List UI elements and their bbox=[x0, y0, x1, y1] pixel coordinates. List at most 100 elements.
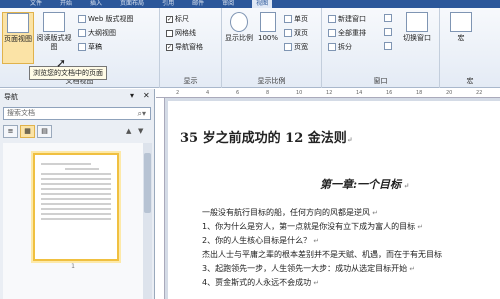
split-icon bbox=[328, 43, 336, 51]
two-pages-button[interactable]: 双页 bbox=[284, 28, 308, 38]
side-by-side-icon bbox=[384, 14, 392, 22]
nav-tabs: ≡ ▦ ▤ bbox=[3, 125, 52, 139]
sync-scroll-button[interactable] bbox=[384, 28, 392, 36]
two-pages-icon bbox=[284, 29, 292, 37]
tab-home[interactable]: 开始 bbox=[60, 0, 72, 8]
window-group: 新建窗口 全部重排 拆分 切换窗口 窗口 bbox=[322, 8, 440, 88]
draft-button[interactable]: 草稿 bbox=[78, 42, 102, 52]
document-page[interactable]: 35 岁之前成功的 12 金法则↵ 第一章:一个目标 ↵ 一般没有航行目标的船，… bbox=[168, 101, 500, 299]
split-label: 拆分 bbox=[338, 43, 352, 51]
web-view-button[interactable]: Web 版式视图 bbox=[78, 14, 134, 24]
search-icon[interactable]: ⌕▾ bbox=[138, 108, 147, 119]
document-area: 2 4 6 8 10 12 14 16 18 20 22 35 岁之前成功的 1… bbox=[156, 89, 500, 299]
body-line: 杰出人士与平庸之辈的根本差别并不是天赋、机遇，而在于有无目标 bbox=[202, 249, 442, 260]
macros-label: 宏 bbox=[457, 34, 465, 42]
gridlines-label: 网格线 bbox=[175, 29, 196, 37]
horizontal-ruler[interactable]: 2 4 6 8 10 12 14 16 18 20 22 bbox=[156, 89, 500, 98]
nav-menu-icon[interactable]: ▾ bbox=[130, 91, 134, 100]
next-arrow-icon[interactable]: ▼ bbox=[138, 127, 143, 135]
search-input[interactable]: 搜索文档 ⌕▾ bbox=[3, 107, 151, 120]
web-view-icon bbox=[78, 15, 86, 23]
previous-arrow-icon[interactable]: ▲ bbox=[126, 127, 131, 135]
gridlines-checkbox[interactable]: 网格线 bbox=[166, 28, 196, 38]
outline-button[interactable]: 大纲视图 bbox=[78, 28, 116, 38]
document-title-text: 35 岁之前成功的 12 金法则 bbox=[180, 131, 347, 146]
nav-pane-checkbox[interactable]: ✓ 导航窗格 bbox=[166, 42, 203, 52]
macros-button[interactable]: 宏 bbox=[446, 12, 476, 64]
tab-view[interactable]: 视图 bbox=[252, 0, 273, 8]
zoom-100-button[interactable]: 100% bbox=[256, 12, 280, 64]
body-line-text: 杰出人士与平庸之辈的根本差别并不是天赋、机遇，而在于有无目标 bbox=[202, 250, 442, 259]
split-button[interactable]: 拆分 bbox=[328, 42, 352, 52]
tab-headings[interactable]: ≡ bbox=[3, 125, 18, 138]
outline-label: 大纲视图 bbox=[88, 29, 116, 37]
vertical-ruler[interactable] bbox=[156, 98, 165, 299]
reset-position-button[interactable] bbox=[384, 42, 392, 50]
paragraph-mark-icon: ↵ bbox=[370, 209, 379, 217]
tab-review[interactable]: 审阅 bbox=[222, 0, 234, 8]
sync-scroll-icon bbox=[384, 28, 392, 36]
reading-view-icon bbox=[43, 12, 65, 32]
ribbon-tab-bar: 文件 开始 插入 页面布局 引用 邮件 审阅 视图 bbox=[0, 0, 500, 8]
arrange-all-button[interactable]: 全部重排 bbox=[328, 28, 366, 38]
body-line: 3、起跑领先一步，人生领先一大步：成功从选定目标开始 ↵ bbox=[202, 263, 415, 274]
reading-view-label: 阅读版式视图 bbox=[36, 34, 72, 51]
tab-file[interactable]: 文件 bbox=[30, 0, 42, 8]
two-pages-label: 双页 bbox=[294, 29, 308, 37]
body-line: 2、你的人生核心目标是什么？ ↵ bbox=[202, 235, 319, 246]
paragraph-mark-icon: ↵ bbox=[407, 265, 416, 273]
switch-window-icon bbox=[406, 12, 428, 32]
document-title: 35 岁之前成功的 12 金法则↵ bbox=[180, 127, 353, 146]
mouse-pointer-icon: ➚ bbox=[56, 56, 67, 70]
body-line-text: 1、你为什么是穷人，第一点就是你没有立下成为富人的目标 bbox=[202, 222, 416, 231]
paragraph-mark-icon: ↵ bbox=[311, 279, 320, 287]
one-page-icon bbox=[284, 15, 292, 23]
zoom-group: 显示比例 100% 单页 双页 页宽 显示比例 bbox=[222, 8, 322, 88]
page-width-label: 页宽 bbox=[294, 43, 308, 51]
paragraph-mark-icon: ↵ bbox=[401, 181, 410, 190]
macros-group: 宏 宏 bbox=[440, 8, 500, 88]
paragraph-mark-icon: ↵ bbox=[415, 223, 424, 231]
scrollbar-thumb[interactable] bbox=[144, 153, 151, 213]
tab-page-layout[interactable]: 页面布局 bbox=[120, 0, 144, 8]
zoom-button[interactable]: 显示比例 bbox=[224, 12, 254, 64]
one-page-button[interactable]: 单页 bbox=[284, 14, 308, 24]
zoom-100-label: 100% bbox=[257, 34, 278, 42]
new-window-icon bbox=[328, 15, 336, 23]
page-view-button[interactable]: 页面视图 bbox=[2, 12, 34, 64]
outline-icon bbox=[78, 29, 86, 37]
page-view-icon bbox=[7, 13, 29, 33]
page-width-button[interactable]: 页宽 bbox=[284, 42, 308, 52]
chapter-heading-text: 第一章:一个目标 bbox=[320, 178, 402, 191]
body-line-text: 2、你的人生核心目标是什么？ bbox=[202, 236, 312, 245]
tab-results[interactable]: ▤ bbox=[37, 125, 52, 138]
draft-label: 草稿 bbox=[88, 43, 102, 51]
tooltip: 浏览您的文档中的页面 bbox=[29, 66, 107, 80]
tab-references[interactable]: 引用 bbox=[162, 0, 174, 8]
tab-pages[interactable]: ▦ bbox=[20, 125, 35, 138]
close-icon[interactable]: ✕ bbox=[143, 91, 150, 100]
page-thumbnails: 1 bbox=[3, 143, 143, 299]
thumbnail-scrollbar[interactable] bbox=[143, 143, 152, 299]
unchecked-icon bbox=[166, 29, 173, 37]
arrange-all-label: 全部重排 bbox=[338, 29, 366, 37]
show-group: ✓ 标尺 网格线 ✓ 导航窗格 显示 bbox=[160, 8, 222, 88]
new-window-button[interactable]: 新建窗口 bbox=[328, 14, 366, 24]
draft-icon bbox=[78, 43, 86, 51]
macros-group-label: 宏 bbox=[466, 77, 474, 85]
tab-mailings[interactable]: 邮件 bbox=[192, 0, 204, 8]
one-page-label: 单页 bbox=[294, 15, 308, 23]
arrange-all-icon bbox=[328, 29, 336, 37]
paragraph-mark-icon: ↵ bbox=[346, 135, 353, 144]
tab-insert[interactable]: 插入 bbox=[90, 0, 102, 8]
show-group-label: 显示 bbox=[183, 77, 198, 85]
page-width-icon bbox=[284, 43, 292, 51]
page-number: 1 bbox=[71, 263, 75, 270]
new-window-label: 新建窗口 bbox=[338, 15, 366, 23]
page-thumbnail[interactable] bbox=[33, 153, 119, 261]
body-line: 一般没有航行目标的船，任何方向的风都是逆风 ↵ bbox=[202, 207, 378, 218]
switch-window-button[interactable]: 切换窗口 bbox=[398, 12, 436, 64]
side-by-side-button[interactable] bbox=[384, 14, 392, 22]
ruler-checkbox[interactable]: ✓ 标尺 bbox=[166, 14, 189, 24]
reading-view-button[interactable]: 阅读版式视图 bbox=[36, 12, 72, 64]
